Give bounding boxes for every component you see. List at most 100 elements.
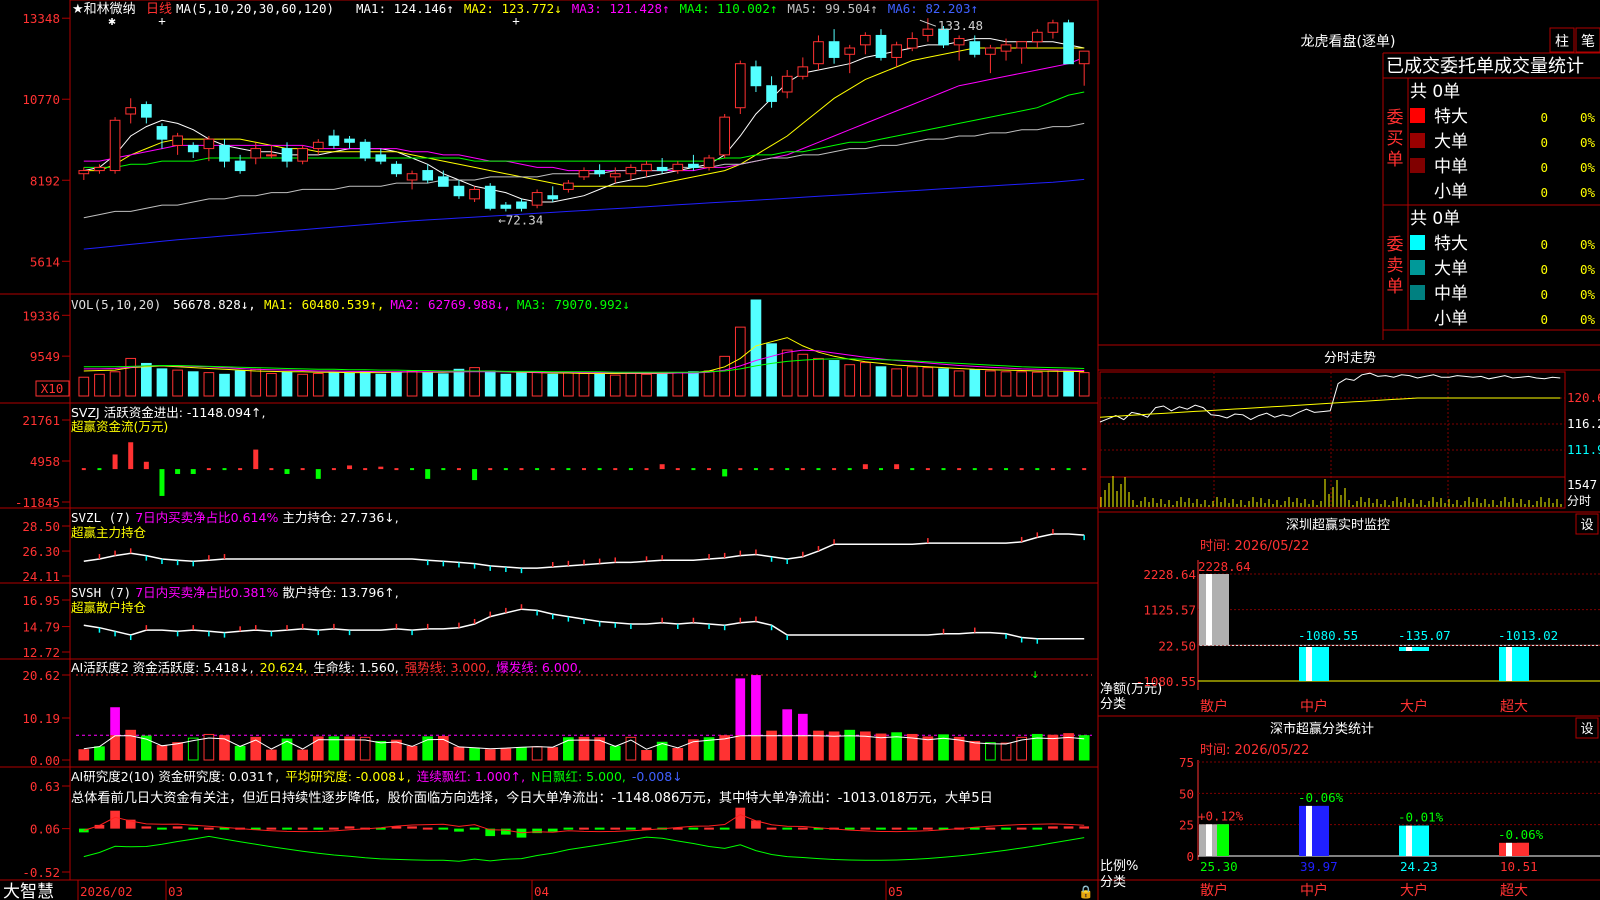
volume-bar (656, 372, 668, 397)
svzj-dash (550, 468, 555, 471)
svzj-bar (425, 469, 431, 479)
svzj-dash (707, 468, 712, 471)
ai-research-line-green (83, 835, 1085, 862)
ai-research-bar (172, 826, 183, 829)
classify-category: 中户 (1300, 882, 1328, 899)
volume-bar (781, 349, 793, 397)
candle-body (187, 144, 199, 153)
ai-active-bar (281, 738, 293, 761)
svzl-axis-label: 28.50 (22, 519, 60, 534)
ai-active-arrow: ↓ (1031, 666, 1039, 681)
brand-label: 大智慧 (3, 882, 54, 900)
monitor-value-label: -1080.55 (1298, 628, 1358, 643)
sell-row-pct: 0% (1580, 237, 1596, 252)
ai-active-bar (156, 745, 168, 761)
vol-ma-value-1: MA1: 60480.539↑, (264, 297, 384, 312)
ma-line-MA6 (83, 178, 1085, 250)
monitor-axis-label: 2228.64 (1143, 567, 1196, 582)
ai-research-dash (438, 827, 449, 830)
svzj-dash (1019, 468, 1024, 471)
ai-research-dash (579, 827, 589, 830)
svsh-axis-label: 16.95 (22, 593, 60, 608)
svzj-dash (206, 468, 211, 471)
monitor-bar-highlight (1406, 647, 1412, 651)
volume-bar (1047, 370, 1059, 397)
candle-body (1016, 41, 1028, 49)
ma-params: MA(5,10,20,30,60,120) (176, 1, 334, 16)
ai-active-bar (297, 749, 308, 761)
volume-bar (219, 373, 230, 397)
ai-research-bar (454, 828, 464, 832)
classify-time: 时间: 2026/05/22 (1200, 743, 1309, 758)
candle-body (297, 148, 308, 162)
sell-row-count: 0 (1540, 237, 1548, 252)
classify-xlabel: 分类 (1100, 875, 1126, 890)
pillar-button-label: 柱 (1555, 34, 1569, 50)
ai-active-bar (110, 735, 120, 760)
ai-active-axis-label: 10.19 (22, 711, 60, 726)
svzj-dash (97, 468, 102, 471)
candle-body (422, 170, 434, 181)
volume-bar (234, 370, 246, 397)
svzj-dash (238, 468, 243, 471)
sell-total: 共 0单 (1410, 209, 1460, 229)
sell-row-label: 中单 (1434, 284, 1468, 304)
svzj-bar (659, 464, 665, 470)
candle-body (891, 44, 902, 58)
sell-side-char: 委 (1387, 235, 1404, 255)
svzj-dash (785, 468, 790, 471)
event-marker: + (158, 13, 166, 28)
ai-research-dash (923, 827, 933, 830)
sell-swatch (1410, 235, 1425, 250)
ai-active-bar (312, 736, 324, 761)
buy-row-count: 0 (1540, 160, 1548, 175)
volume-bar (1078, 372, 1090, 397)
ai-active-value-3: 强势线: 3.000, (405, 660, 490, 675)
candle-body (969, 41, 981, 55)
volume-bar (484, 370, 496, 397)
classify-axis-label: 0 (1186, 849, 1194, 864)
candle-body (281, 148, 293, 162)
ai-research-dash (157, 827, 167, 830)
candle-body (813, 41, 824, 65)
svzj-dash (644, 468, 649, 471)
ai-research-dash (907, 827, 918, 830)
volume-bar (359, 371, 371, 397)
svzj-dash (628, 468, 633, 471)
ai-active-bar (469, 747, 480, 761)
ai-active-axis-label: 20.62 (22, 668, 60, 683)
monitor-time: 时间: 2026/05/22 (1200, 539, 1309, 554)
volume-bar (985, 370, 996, 397)
volume-bar (297, 373, 308, 397)
candle-body (406, 173, 418, 181)
candle-body (78, 170, 90, 175)
svsh-axis-label: 14.79 (22, 620, 60, 635)
sell-row-label: 大单 (1434, 259, 1468, 279)
date-axis-label: 04 (534, 884, 549, 899)
sell-side-char: 单 (1387, 277, 1404, 297)
classify-change-label: -0.06% (1298, 790, 1344, 805)
classify-value-label: 39.97 (1300, 859, 1338, 874)
ai-research-dash (626, 827, 636, 830)
svzj-title: SVZJ 活跃资金进出: -1148.094↑, (71, 405, 266, 420)
sell-row-count: 0 (1540, 312, 1548, 327)
vol-unit: X10 (41, 381, 64, 396)
ai-research-dash (1032, 827, 1043, 830)
ai-active-bar (516, 747, 527, 761)
candle-body (703, 157, 715, 168)
buy-row-label: 中单 (1434, 157, 1468, 177)
svzj-dash (800, 468, 805, 471)
volume-bar (1031, 371, 1043, 397)
volume-bar (281, 371, 293, 397)
svzj-dash (222, 468, 227, 471)
vol-ma-value-2: MA2: 62769.988↓, (390, 297, 510, 312)
candle-body (234, 160, 246, 172)
classify-axis-label: 75 (1179, 755, 1194, 770)
price-axis-label: 13348 (22, 11, 60, 26)
volume-bar (531, 371, 543, 397)
ai-research-dash (1016, 827, 1027, 830)
svzj-dash (988, 468, 993, 471)
classify-value-label: 10.51 (1500, 859, 1538, 874)
candle-body (516, 201, 527, 209)
monitor-category: 中户 (1300, 698, 1328, 715)
